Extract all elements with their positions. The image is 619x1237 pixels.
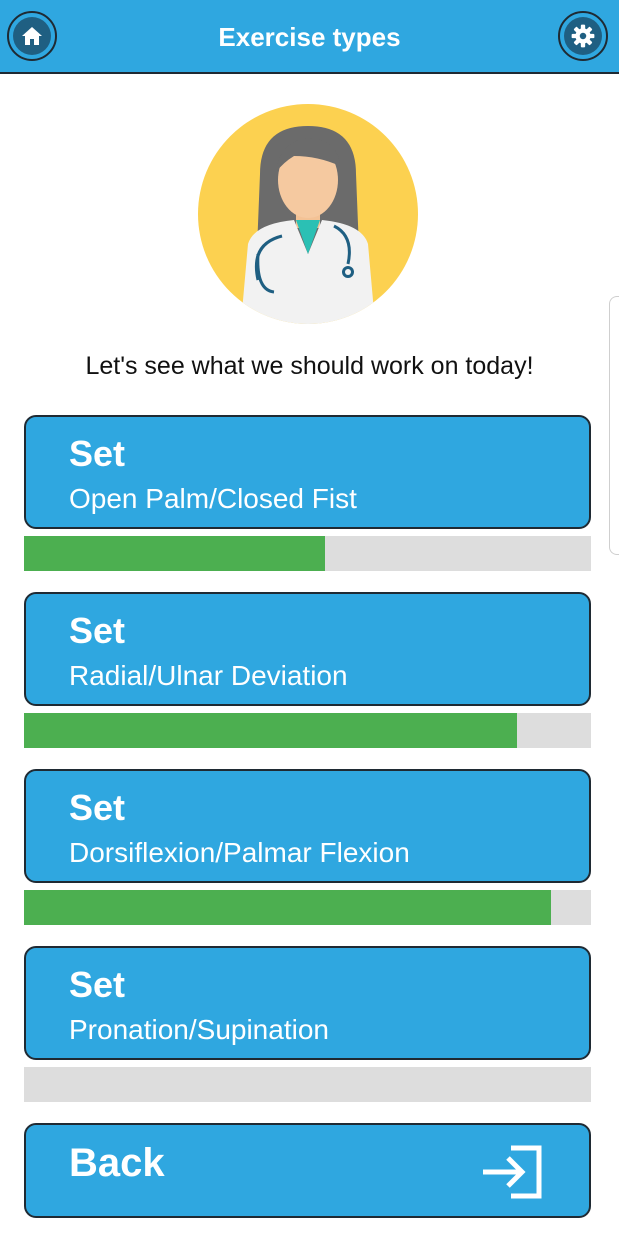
- exercise-card-pronation[interactable]: Set Pronation/Supination: [24, 946, 591, 1060]
- progress-fill: [24, 536, 325, 571]
- gear-icon: [571, 24, 595, 48]
- exercise-card-dorsiflexion[interactable]: Set Dorsiflexion/Palmar Flexion: [24, 769, 591, 883]
- doctor-avatar-icon: [198, 104, 418, 324]
- page-title: Exercise types: [218, 22, 401, 52]
- top-bar: Exercise types: [0, 0, 619, 74]
- exercise-card-open-palm[interactable]: Set Open Palm/Closed Fist: [24, 415, 591, 529]
- prompt-text: Let's see what we should work on today!: [85, 352, 534, 380]
- progress-bar-radial-ulnar: [24, 713, 591, 748]
- exercise-name: Radial/Ulnar Deviation: [69, 660, 348, 691]
- progress-bar-dorsiflexion: [24, 890, 591, 925]
- exercise-heading: Set: [69, 433, 126, 474]
- exercise-name: Pronation/Supination: [69, 1014, 329, 1045]
- exercise-heading: Set: [69, 610, 126, 651]
- sign-in-arrow-icon: [483, 1145, 542, 1199]
- progress-bar-open-palm: [24, 536, 591, 571]
- exercise-name: Dorsiflexion/Palmar Flexion: [69, 837, 410, 868]
- back-label: Back: [69, 1141, 165, 1185]
- exercise-heading: Set: [69, 787, 126, 828]
- exercise-card-radial-ulnar[interactable]: Set Radial/Ulnar Deviation: [24, 592, 591, 706]
- exercise-name: Open Palm/Closed Fist: [69, 483, 357, 514]
- back-button[interactable]: Back: [24, 1123, 591, 1218]
- progress-fill: [24, 890, 552, 925]
- progress-bar-pronation: [24, 1067, 591, 1102]
- exercise-heading: Set: [69, 964, 126, 1005]
- progress-fill: [24, 713, 518, 748]
- settings-button[interactable]: [558, 11, 608, 61]
- scroll-handle[interactable]: [609, 296, 619, 555]
